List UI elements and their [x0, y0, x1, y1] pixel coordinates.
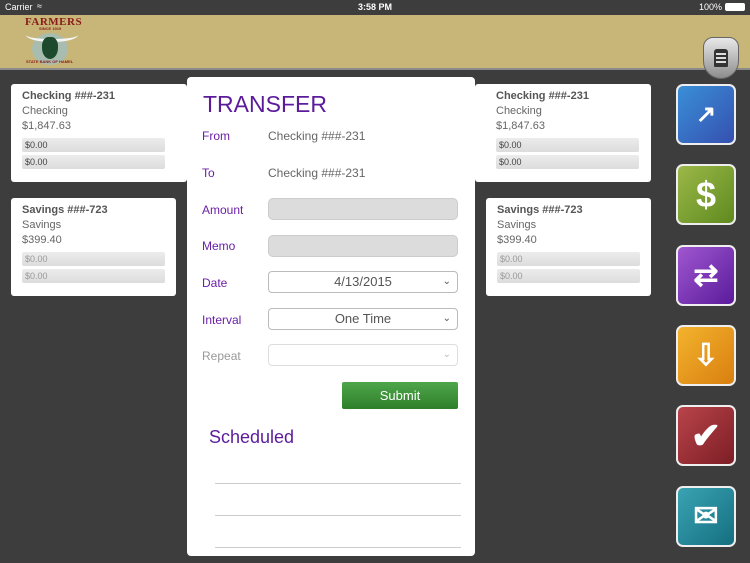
- repeat-select[interactable]: ⌄: [268, 344, 458, 366]
- transfer-arrows-icon: ⇄: [693, 259, 719, 292]
- pending-amount: $0.00: [22, 155, 165, 169]
- to-account[interactable]: Checking ###-231: [268, 166, 365, 180]
- account-type: Checking: [496, 105, 542, 117]
- amount-label: Amount: [202, 203, 244, 217]
- account-balance: $399.40: [22, 234, 62, 246]
- pending-amount: $0.00: [22, 269, 165, 283]
- chevron-down-icon: ⌄: [442, 349, 451, 360]
- nav-accounts-button[interactable]: ↗: [676, 84, 736, 145]
- to-label: To: [202, 166, 215, 180]
- logout-lock-button[interactable]: [703, 37, 739, 79]
- chevron-down-icon: ⌄: [442, 276, 451, 287]
- chevron-down-icon: ⌄: [442, 313, 451, 324]
- nav-bill-pay-button[interactable]: $: [676, 164, 736, 225]
- amount-input[interactable]: [268, 198, 458, 220]
- memo-input[interactable]: [268, 235, 458, 257]
- pending-amount: $0.00: [497, 252, 640, 266]
- nav-deposit-button[interactable]: ⇩: [676, 325, 736, 386]
- scheduled-divider: [215, 483, 461, 484]
- nav-checklist-button[interactable]: ✔: [676, 405, 736, 466]
- app-header: FARMERS SINCE 1919 STATE BANK OF HAMEL: [0, 15, 750, 79]
- interval-label: Interval: [202, 313, 242, 327]
- scheduled-title: Scheduled: [209, 427, 295, 447]
- clock: 3:58 PM: [357, 2, 392, 12]
- date-label: Date: [202, 276, 228, 290]
- pending-amount: $0.00: [496, 138, 639, 152]
- date-value: 4/13/2015: [334, 274, 392, 289]
- account-title: Checking ###-231: [22, 90, 115, 102]
- scheduled-divider: [215, 547, 461, 548]
- from-label: From: [202, 129, 230, 143]
- pending-amount: $0.00: [22, 252, 165, 266]
- account-card-checking-right[interactable]: Checking ###-231 Checking $1,847.63 $0.0…: [475, 84, 651, 182]
- dollar-icon: $: [695, 173, 717, 215]
- logo-bank: STATE BANK OF HAMEL: [26, 59, 74, 64]
- account-card-checking-left[interactable]: Checking ###-231 Checking $1,847.63 $0.0…: [11, 84, 187, 182]
- from-account[interactable]: Checking ###-231: [268, 129, 365, 143]
- scheduled-divider: [215, 515, 461, 516]
- checkmark-icon: ✔: [690, 414, 722, 456]
- account-type: Savings: [497, 219, 537, 231]
- nav-transfer-button[interactable]: ⇄: [676, 245, 736, 306]
- bull-head-icon: [42, 37, 58, 59]
- lock-shield-icon: [714, 49, 728, 67]
- account-card-savings-left[interactable]: Savings ###-723 Savings $399.40 $0.00 $0…: [11, 198, 176, 296]
- transfer-title: TRANSFER: [203, 91, 327, 117]
- interval-select[interactable]: One Time ⌄: [268, 308, 458, 330]
- transfer-panel: TRANSFER From Checking ###-231 To Checki…: [187, 77, 475, 556]
- account-type: Checking: [22, 105, 68, 117]
- interval-value: One Time: [334, 311, 392, 326]
- account-card-savings-right[interactable]: Savings ###-723 Savings $399.40 $0.00 $0…: [486, 198, 651, 296]
- pending-amount: $0.00: [496, 155, 639, 169]
- account-title: Savings ###-723: [497, 204, 583, 216]
- bank-chart-icon: ↗: [695, 101, 717, 128]
- account-title: Savings ###-723: [22, 204, 108, 216]
- status-bar: Carrier ≈ 3:58 PM 100%: [0, 0, 750, 15]
- date-select[interactable]: 4/13/2015 ⌄: [268, 271, 458, 293]
- account-balance: $1,847.63: [22, 120, 71, 132]
- memo-label: Memo: [202, 239, 236, 253]
- battery-percent: 100%: [698, 2, 722, 12]
- submit-button[interactable]: Submit: [342, 382, 458, 409]
- pending-amount: $0.00: [22, 138, 165, 152]
- account-balance: $399.40: [497, 234, 537, 246]
- account-balance: $1,847.63: [496, 120, 545, 132]
- nav-contact-button[interactable]: ✉: [676, 486, 736, 547]
- pending-amount: $0.00: [497, 269, 640, 283]
- bank-logo: FARMERS SINCE 1919 STATE BANK OF HAMEL: [22, 15, 86, 69]
- repeat-label: Repeat: [202, 349, 241, 363]
- account-title: Checking ###-231: [496, 90, 589, 102]
- battery-icon: [725, 3, 745, 11]
- contact-phone-mail-icon: ✉: [693, 500, 719, 533]
- account-type: Savings: [22, 219, 62, 231]
- deposit-icon: ⇩: [693, 339, 719, 372]
